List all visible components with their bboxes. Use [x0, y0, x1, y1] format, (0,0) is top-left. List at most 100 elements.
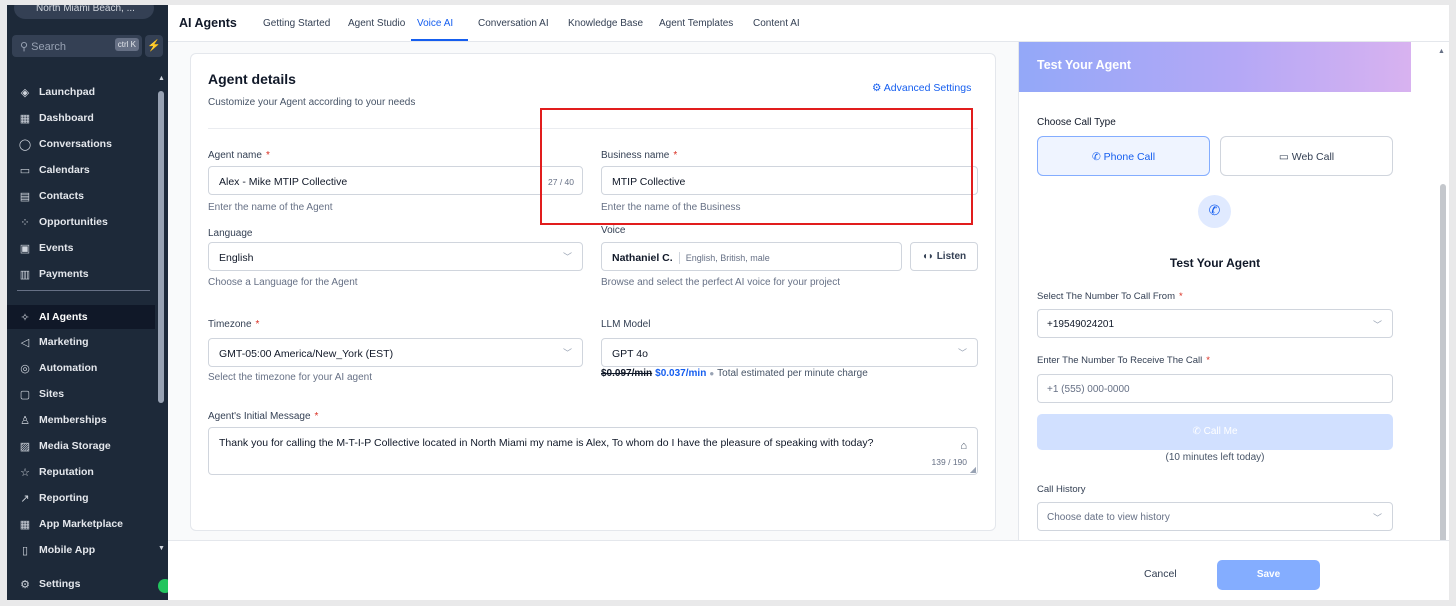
scroll-down-icon[interactable]: ▼ [158, 545, 165, 552]
sidebar-item-label: Reporting [39, 492, 89, 504]
app-window: North Miami Beach, ... ⚲ Search ctrl K ⚡… [7, 5, 1449, 600]
agent-name-value: Alex - Mike MTIP Collective [219, 176, 348, 188]
initial-message-counter: 139 / 190 [931, 457, 967, 467]
calendar-icon: ▭ [19, 164, 31, 177]
sidebar-item-contacts[interactable]: ▤ Contacts [7, 184, 155, 208]
sidebar-item-label: Opportunities [39, 216, 108, 228]
automation-icon: ◎ [20, 362, 30, 375]
tab-content-ai[interactable]: Content AI [753, 18, 800, 29]
quick-action-bolt-icon[interactable]: ⚡ [145, 35, 163, 57]
sidebar-item-ai-agents[interactable]: ✧ AI Agents [7, 305, 155, 329]
sidebar-item-opportunities[interactable]: ⁘ Opportunities [7, 210, 155, 234]
language-help: Choose a Language for the Agent [208, 277, 358, 288]
sidebar-item-conversations[interactable]: ◯ Conversations [7, 132, 155, 156]
sidebar-item-reputation[interactable]: ☆ Reputation [7, 460, 155, 484]
chevron-down-icon: ﹀ [1372, 320, 1382, 330]
call-type-label: Choose Call Type [1037, 117, 1116, 128]
call-history-select[interactable]: Choose date to view history ﹀ [1037, 502, 1393, 531]
chevron-down-icon: ﹀ [562, 348, 572, 358]
scroll-up-icon[interactable]: ▲ [1438, 48, 1445, 55]
test-agent-header: Test Your Agent [1019, 42, 1411, 92]
membership-icon: ♙ [20, 414, 30, 427]
phone-call-label: Phone Call [1103, 151, 1156, 163]
from-number-select[interactable]: +19549024201 ﹀ [1037, 309, 1393, 338]
llm-model-select[interactable]: GPT 4o ﹀ [601, 338, 978, 367]
initial-message-value: Thank you for calling the M-T-I-P Collec… [219, 437, 874, 449]
sidebar-item-app-marketplace[interactable]: ▦ App Marketplace [7, 512, 155, 536]
rocket-icon: ◈ [20, 86, 30, 99]
voice-description: English, British, male [685, 253, 770, 263]
sidebar-item-launchpad[interactable]: ◈ Launchpad [7, 80, 155, 104]
test-agent-header-title: Test Your Agent [1037, 58, 1131, 72]
to-number-input[interactable]: +1 (555) 000-0000 [1037, 374, 1393, 403]
old-price: $0.097/min [601, 368, 653, 379]
sidebar-item-memberships[interactable]: ♙ Memberships [7, 408, 155, 432]
phone-call-button[interactable]: ✆ Phone Call [1037, 136, 1210, 176]
resize-handle-icon[interactable]: ◢ [970, 465, 976, 474]
location-switcher[interactable]: North Miami Beach, ... [14, 5, 154, 19]
sidebar-item-settings[interactable]: ⚙ Settings [7, 572, 155, 596]
sparkle-icon: ✧ [20, 311, 30, 324]
sidebar-item-mobile-app[interactable]: ▯ Mobile App [7, 538, 155, 562]
sidebar-item-events[interactable]: ▣ Events [7, 236, 155, 260]
timezone-select[interactable]: GMT-05:00 America/New_York (EST) ﹀ [208, 338, 583, 367]
voice-help: Browse and select the perfect AI voice f… [601, 277, 841, 288]
voice-select[interactable]: Nathaniel C. English, British, male [601, 242, 902, 271]
sidebar-item-media-storage[interactable]: ▨ Media Storage [7, 434, 155, 458]
panel-scrollbar[interactable]: ▲ [1425, 42, 1449, 544]
agent-name-label: Agent name * [208, 150, 270, 161]
tab-voice-ai[interactable]: Voice AI [417, 18, 453, 29]
gear-icon: ⚙ [20, 578, 30, 591]
sidebar-item-dashboard[interactable]: ▦ Dashboard [7, 106, 155, 130]
agent-details-title: Agent details [208, 71, 296, 87]
panel-scrollbar-thumb[interactable] [1440, 184, 1446, 544]
sidebar-item-label: Marketing [39, 336, 89, 348]
info-icon[interactable]: ● [709, 369, 714, 378]
cancel-button[interactable]: Cancel [1144, 568, 1177, 580]
tag-icon[interactable]: ⌂ [960, 440, 967, 452]
sidebar-item-label: Media Storage [39, 440, 111, 452]
call-me-button[interactable]: ✆ Call Me [1037, 414, 1393, 450]
sidebar-item-label: App Marketplace [39, 518, 124, 530]
tab-knowledge-base[interactable]: Knowledge Base [568, 18, 643, 29]
sidebar-item-sites[interactable]: ▢ Sites [7, 382, 155, 406]
active-tab-indicator [411, 39, 468, 41]
sidebar-item-label: Payments [39, 268, 89, 280]
tab-agent-studio[interactable]: Agent Studio [348, 18, 405, 29]
save-button[interactable]: Save [1217, 560, 1320, 590]
from-number-label: Select The Number To Call From * [1037, 291, 1183, 302]
sidebar-item-calendars[interactable]: ▭ Calendars [7, 158, 155, 182]
tab-conversation-ai[interactable]: Conversation AI [478, 18, 549, 29]
search-input[interactable]: ⚲ Search ctrl K [12, 35, 142, 57]
sidebar-item-label: Settings [39, 578, 81, 590]
sidebar-item-reporting[interactable]: ↗ Reporting [7, 486, 155, 510]
sidebar-scrollbar[interactable] [158, 91, 164, 403]
language-value: English [219, 252, 254, 264]
initial-message-textarea[interactable]: Thank you for calling the M-T-I-P Collec… [208, 427, 978, 475]
event-icon: ▣ [19, 242, 31, 255]
language-select[interactable]: English ﹀ [208, 242, 583, 271]
sidebar-item-payments[interactable]: ▥ Payments [7, 262, 155, 286]
tab-agent-templates[interactable]: Agent Templates [659, 18, 733, 29]
tab-getting-started[interactable]: Getting Started [263, 18, 330, 29]
web-call-button[interactable]: ▭ Web Call [1220, 136, 1393, 176]
sidebar-item-automation[interactable]: ◎ Automation [7, 356, 155, 380]
grid-icon: ▦ [19, 112, 31, 125]
listen-button[interactable]: ◖◗ Listen [910, 242, 978, 271]
llm-model-value: GPT 4o [612, 348, 648, 360]
contacts-icon: ▤ [19, 190, 31, 203]
price-info: $0.097/min $0.037/min ● Total estimated per… [601, 368, 868, 379]
apps-icon: ▦ [19, 518, 31, 531]
sidebar-item-label: Memberships [39, 414, 107, 426]
advanced-settings-link[interactable]: ⚙ Advanced Settings [872, 82, 971, 94]
sidebar-item-label: Mobile App [39, 544, 96, 556]
sidebar-item-label: Conversations [39, 138, 112, 150]
agent-name-input[interactable]: Alex - Mike MTIP Collective 27 / 40 [208, 166, 583, 195]
timezone-label: Timezone * [208, 319, 260, 330]
search-icon: ⚲ [20, 41, 32, 53]
scroll-up-icon[interactable]: ▲ [158, 75, 165, 82]
sidebar-item-marketing[interactable]: ◁ Marketing [7, 330, 155, 354]
search-placeholder: Search [31, 41, 66, 53]
call-history-label: Call History [1037, 484, 1086, 495]
pipeline-icon: ⁘ [20, 216, 30, 229]
